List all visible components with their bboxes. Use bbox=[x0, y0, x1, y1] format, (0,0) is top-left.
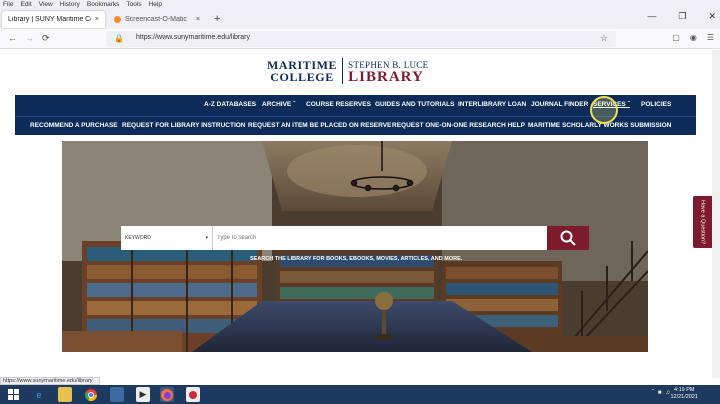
extension-icon[interactable]: ◉ bbox=[690, 33, 697, 42]
nav-request-item-reserve[interactable]: REQUEST AN ITEM BE PLACED ON RESERVE bbox=[248, 122, 391, 129]
tab-screencast[interactable]: Screencast-O-Matic × bbox=[108, 11, 206, 28]
menu-edit[interactable]: Edit bbox=[20, 1, 31, 8]
record-icon bbox=[189, 390, 197, 399]
page-scrollbar[interactable] bbox=[712, 50, 720, 378]
lock-icon: 🔒 bbox=[114, 34, 124, 43]
menu-file[interactable]: File bbox=[3, 1, 13, 8]
toolbar-icons: ▢ ◉ ☰ bbox=[672, 33, 714, 42]
logo-college: COLLEGE bbox=[270, 70, 334, 84]
nav-guides-and-tutorials[interactable]: GUIDES AND TUTORIALS bbox=[375, 101, 454, 108]
close-window-button[interactable]: ✕ bbox=[708, 11, 716, 22]
screencast-taskbar-icon[interactable] bbox=[186, 387, 200, 402]
firefox-logo bbox=[161, 388, 173, 401]
taskbar-clock[interactable]: 4:19 PM 12/21/2021 bbox=[670, 387, 698, 401]
search-icon bbox=[560, 230, 576, 246]
nav-a-z-databases[interactable]: A-Z DATABASES bbox=[204, 101, 256, 108]
menu-view[interactable]: View bbox=[39, 1, 53, 8]
luce-library-wordmark: STEPHEN B. LUCE LIBRARY bbox=[348, 59, 428, 85]
tab-screencast-title: Screencast-O-Matic bbox=[125, 16, 187, 23]
nav-archive-label: ARCHIVE bbox=[262, 101, 292, 108]
menu-help[interactable]: Help bbox=[149, 1, 162, 8]
have-a-question-tab[interactable]: Have a Question? bbox=[693, 196, 712, 248]
library-logo[interactable]: MARITIME COLLEGE STEPHEN B. LUCE LIBRARY bbox=[267, 58, 428, 85]
nav-interlibrary-loan[interactable]: INTERLIBRARY LOAN bbox=[458, 101, 526, 108]
nav-recommend-purchase[interactable]: RECOMMEND A PURCHASE bbox=[30, 122, 118, 129]
nav-bar: ← → ⟳ 🔒 https://www.sunymaritime.edu/lib… bbox=[0, 29, 720, 49]
chevron-down-icon: ˇ bbox=[293, 101, 296, 108]
nav-journal-finder[interactable]: JOURNAL FINDER bbox=[531, 101, 588, 108]
search-button[interactable] bbox=[547, 226, 589, 250]
nav-policies[interactable]: POLICIES bbox=[641, 101, 671, 108]
media-player-icon[interactable]: ▶ bbox=[136, 387, 150, 402]
chrome-icon[interactable] bbox=[84, 387, 98, 402]
search-tagline: SEARCH THE LIBRARY FOR BOOKS, EBOOKS, MO… bbox=[250, 256, 463, 262]
window-controls: — ❐ ✕ bbox=[647, 11, 716, 22]
logo-library: LIBRARY bbox=[348, 69, 424, 85]
search-type-value: KEYWORD bbox=[125, 235, 151, 241]
catalog-search-bar: KEYWORD ▾ bbox=[121, 226, 589, 250]
maximize-button[interactable]: ❐ bbox=[678, 11, 686, 22]
forward-button[interactable]: → bbox=[25, 33, 34, 43]
tab-library-title: Library | SUNY Maritime College bbox=[8, 16, 91, 23]
system-tray: ˆ ■ ♫ bbox=[652, 390, 670, 396]
back-button[interactable]: ← bbox=[8, 33, 17, 43]
nav-research-help[interactable]: REQUEST ONE-ON-ONE RESEARCH HELP bbox=[392, 122, 525, 129]
chevron-down-icon: ▾ bbox=[205, 235, 208, 241]
logo-divider bbox=[342, 58, 344, 84]
close-tab-icon[interactable]: × bbox=[196, 16, 200, 23]
chrome-logo bbox=[85, 388, 97, 401]
network-app-icon[interactable] bbox=[110, 387, 124, 402]
library-page: MARITIME COLLEGE STEPHEN B. LUCE LIBRARY… bbox=[0, 50, 712, 378]
reload-button[interactable]: ⟳ bbox=[42, 33, 50, 44]
clock-time: 4:19 PM bbox=[673, 387, 695, 393]
chevron-up-icon[interactable]: ˆ bbox=[652, 390, 654, 396]
url-text: https://www.sunymaritime.edu/library bbox=[136, 34, 250, 41]
menu-tools[interactable]: Tools bbox=[126, 1, 141, 8]
start-button[interactable] bbox=[6, 387, 20, 402]
new-tab-button[interactable]: + bbox=[214, 13, 220, 25]
clock-date: 12/21/2021 bbox=[670, 394, 698, 400]
status-url: https://www.sunymaritime.edu/library bbox=[0, 377, 100, 385]
menu-bookmarks[interactable]: Bookmarks bbox=[87, 1, 120, 8]
menu-bar: File Edit View History Bookmarks Tools H… bbox=[0, 0, 720, 9]
nav-archive[interactable]: ARCHIVE ˇ bbox=[262, 101, 295, 108]
menu-history[interactable]: History bbox=[60, 1, 80, 8]
close-tab-icon[interactable]: × bbox=[95, 16, 99, 23]
windows-taskbar: e ▶ ˆ ■ ♫ 4:19 PM 12/21/2021 bbox=[0, 385, 720, 404]
url-bar[interactable]: 🔒 https://www.sunymaritime.edu/library ☆ bbox=[106, 31, 616, 47]
chevron-up-icon: ˆ bbox=[627, 101, 630, 108]
file-explorer-icon[interactable] bbox=[58, 387, 72, 402]
windows-logo-icon bbox=[7, 389, 19, 400]
cursor-highlight bbox=[590, 96, 618, 124]
nav-course-reserves[interactable]: COURSE RESERVES bbox=[306, 101, 371, 108]
tab-strip: Library | SUNY Maritime College × Screen… bbox=[0, 9, 720, 29]
volume-icon[interactable]: ♫ bbox=[666, 390, 671, 396]
minimize-button[interactable]: — bbox=[647, 11, 656, 22]
menu-hamburger-icon[interactable]: ☰ bbox=[707, 33, 714, 42]
bookmark-star-icon[interactable]: ☆ bbox=[600, 33, 608, 44]
nav-request-library-instruction[interactable]: REQUEST FOR LIBRARY INSTRUCTION bbox=[122, 122, 246, 129]
screencast-favicon-icon bbox=[114, 16, 121, 23]
internet-explorer-icon[interactable]: e bbox=[32, 387, 46, 402]
tab-library[interactable]: Library | SUNY Maritime College × bbox=[2, 11, 105, 28]
search-input[interactable] bbox=[213, 226, 547, 250]
firefox-taskbar-icon[interactable] bbox=[160, 387, 174, 402]
pocket-icon[interactable]: ▢ bbox=[672, 33, 680, 42]
network-icon[interactable]: ■ bbox=[658, 390, 662, 396]
maritime-college-wordmark: MARITIME COLLEGE bbox=[267, 59, 337, 83]
search-type-select[interactable]: KEYWORD ▾ bbox=[121, 226, 213, 250]
